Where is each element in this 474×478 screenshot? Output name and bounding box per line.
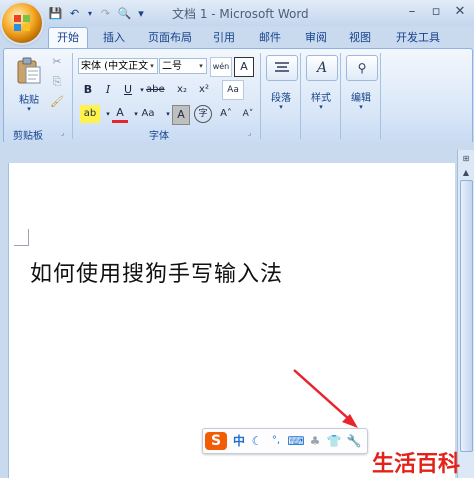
tools-wrench-icon[interactable]: 🔧 (345, 432, 363, 450)
character-border-button[interactable]: A (234, 57, 254, 77)
qat-dropdown-icon[interactable]: ▾ (86, 6, 94, 21)
window-title: 文档 1 - Microsoft Word (172, 7, 309, 21)
paragraph-button[interactable] (266, 55, 298, 81)
undo-icon[interactable]: ↶ (67, 6, 82, 21)
bold-button[interactable]: B (80, 81, 96, 99)
tab-insert[interactable]: 插入 (96, 28, 132, 48)
tab-references[interactable]: 引用 (206, 28, 242, 48)
paragraph-dropdown-icon[interactable]: ▾ (276, 103, 286, 111)
scroll-up-icon[interactable]: ▲ (461, 168, 471, 178)
font-color-button[interactable]: A (112, 105, 128, 123)
tab-view[interactable]: 视图 (342, 28, 378, 48)
clipboard-launcher-icon[interactable]: ⌟ (61, 129, 69, 137)
font-name-dropdown-icon[interactable]: ▾ (147, 59, 157, 73)
shrink-font-button[interactable]: A˅ (240, 105, 256, 123)
moon-icon[interactable]: ☾ (249, 432, 265, 450)
align-lines-icon (275, 62, 289, 72)
paste-dropdown-icon[interactable]: ▾ (24, 105, 34, 113)
highlight-button[interactable]: ab (80, 105, 100, 123)
styles-icon: A (316, 60, 328, 76)
sogou-ime-toolbar: S 中 ☾ °, ⌨ ♣ 👕 🔧 (202, 428, 368, 454)
tab-developer[interactable]: 开发工具 (388, 28, 448, 48)
vertical-scrollbar[interactable]: ⊞ ▲ (457, 150, 474, 478)
ime-mode-button[interactable]: 中 (231, 432, 247, 450)
skin-icon[interactable]: 👕 (325, 432, 343, 450)
tab-home[interactable]: 开始 (48, 27, 88, 50)
paste-label[interactable]: 粘贴 (16, 91, 42, 106)
styles-group-label[interactable]: 样式 (304, 89, 338, 104)
maximize-button[interactable]: ▫ (424, 3, 448, 21)
find-binoculars-icon: ⚲ (357, 61, 367, 75)
styles-dropdown-icon[interactable]: ▾ (316, 103, 326, 111)
close-button[interactable]: ✕ (448, 3, 472, 21)
font-name-value: 宋体 (中文正文 (81, 61, 149, 72)
italic-button[interactable]: I (100, 81, 116, 99)
paste-icon[interactable] (16, 57, 42, 85)
site-watermark: 生活百科 (372, 452, 461, 477)
change-case-button[interactable]: Aa (140, 105, 156, 123)
keyboard-icon[interactable]: ⌨ (287, 432, 305, 450)
voice-icon[interactable]: ♣ (307, 432, 323, 450)
ribbon: 粘贴 ▾ ✂ ⎘ 🖌 剪贴板 ⌟ 宋体 (中文正文 ▾ 二号 ▾ wén A B… (3, 48, 473, 144)
phonetic-guide-button[interactable]: wén (210, 57, 232, 77)
tab-page-layout[interactable]: 页面布局 (140, 28, 200, 48)
strikethrough-button[interactable]: abe (146, 81, 165, 99)
font-group-label: 字体 (149, 131, 169, 142)
superscript-button[interactable]: x² (196, 81, 212, 99)
font-size-dropdown-icon[interactable]: ▾ (196, 59, 206, 73)
grow-font-button[interactable]: A˄ (218, 105, 234, 123)
save-icon[interactable]: 💾 (48, 6, 63, 21)
editing-dropdown-icon[interactable]: ▾ (356, 103, 366, 111)
character-shading-button[interactable]: A (172, 105, 190, 125)
clear-formatting-button[interactable]: Aa (222, 80, 244, 100)
enclose-characters-button[interactable]: 字 (194, 105, 212, 123)
paragraph-group-label[interactable]: 段落 (264, 89, 298, 104)
font-name-combo[interactable]: 宋体 (中文正文 ▾ (78, 58, 158, 74)
ruler-toggle-icon[interactable]: ⊞ (461, 154, 471, 164)
format-painter-icon[interactable]: 🖌 (50, 95, 64, 109)
cut-icon[interactable]: ✂ (50, 55, 64, 69)
editing-button[interactable]: ⚲ (346, 55, 378, 81)
font-launcher-icon[interactable]: ⌟ (248, 129, 256, 137)
punctuation-icon[interactable]: °, (267, 432, 285, 450)
font-size-combo[interactable]: 二号 ▾ (159, 58, 207, 74)
editing-group-label[interactable]: 编辑 (344, 89, 378, 104)
office-button[interactable] (2, 3, 42, 43)
customize-qat-icon[interactable]: ▾ (136, 6, 146, 21)
minimize-button[interactable]: – (400, 3, 424, 21)
styles-button[interactable]: A (306, 55, 338, 81)
scrollbar-thumb[interactable] (460, 180, 473, 452)
ribbon-tabs: 开始 插入 页面布局 引用 邮件 审阅 视图 开发工具 (0, 26, 474, 50)
office-logo-icon (14, 15, 30, 31)
redo-icon[interactable]: ↷ (98, 6, 113, 21)
sogou-logo-icon[interactable]: S (205, 432, 227, 450)
ruler-strip (0, 142, 474, 162)
quick-access-toolbar: 💾 ↶ ▾ ↷ 🔍 ▾ (48, 5, 146, 21)
clipboard-group-label: 剪贴板 (13, 131, 43, 142)
font-size-value: 二号 (162, 61, 182, 72)
tab-review[interactable]: 审阅 (298, 28, 334, 48)
tab-mailings[interactable]: 邮件 (252, 28, 288, 48)
copy-icon[interactable]: ⎘ (50, 75, 64, 89)
subscript-button[interactable]: x₂ (174, 81, 190, 99)
margin-corner-mark (14, 229, 29, 246)
document-text[interactable]: 如何使用搜狗手写输入法 (30, 256, 283, 288)
title-bar: 💾 ↶ ▾ ↷ 🔍 ▾ 文档 1 - Microsoft Word – ▫ ✕ (0, 0, 474, 26)
print-preview-icon[interactable]: 🔍 (117, 6, 132, 21)
